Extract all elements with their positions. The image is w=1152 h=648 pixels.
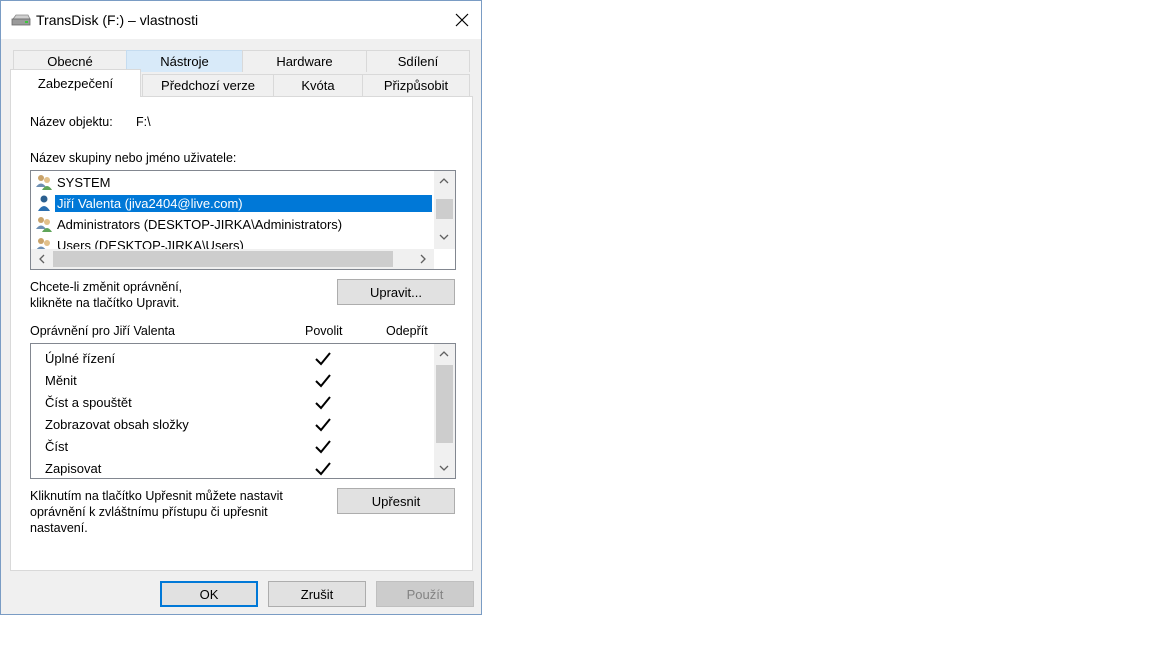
user-group-list[interactable]: SYSTEM Jiří Valenta (jiva2404@live.com) … <box>30 170 456 270</box>
scroll-thumb[interactable] <box>53 251 393 267</box>
tab-label: Zabezpečení <box>37 76 114 91</box>
object-name-value: F:\ <box>136 115 151 129</box>
allow-column-header: Povolit <box>305 324 343 338</box>
list-item[interactable]: Administrators (DESKTOP-JIRKA\Administra… <box>35 214 342 234</box>
button-label: Upravit... <box>369 284 422 300</box>
permissions-list[interactable]: Úplné řízení Měnit Číst a spouštět Zobra… <box>30 343 456 479</box>
check-icon <box>315 440 331 454</box>
permission-row: Úplné řízení <box>45 351 116 366</box>
drive-icon <box>11 14 31 26</box>
user-list-horizontal-scrollbar[interactable] <box>31 249 434 269</box>
user-group-icon <box>36 175 52 190</box>
scroll-down-arrow-icon[interactable] <box>436 229 452 245</box>
check-icon <box>315 396 331 410</box>
advanced-hint-line3: nastavení. <box>30 521 88 535</box>
deny-column-header: Odepřít <box>386 324 428 338</box>
permission-row: Číst a spouštět <box>45 395 132 410</box>
scroll-thumb[interactable] <box>436 199 453 219</box>
tab-prizpusobit[interactable]: Přizpůsobit <box>362 74 470 96</box>
list-item[interactable]: SYSTEM <box>35 172 110 192</box>
title-bar: TransDisk (F:) – vlastnosti <box>1 1 481 39</box>
permission-row: Zapisovat <box>45 461 102 476</box>
user-group-icon <box>36 217 52 232</box>
edit-hint-line1: Chcete-li změnit oprávnění, <box>30 280 183 294</box>
list-item-label: Administrators (DESKTOP-JIRKA\Administra… <box>57 216 343 232</box>
check-icon <box>315 462 331 476</box>
dialog-footer: OK Zrušit Použít <box>1 571 481 614</box>
scroll-up-arrow-icon[interactable] <box>436 173 452 189</box>
tab-label: Nástroje <box>160 54 209 69</box>
list-item-label: Jiří Valenta (jiva2404@live.com) <box>55 194 432 212</box>
advanced-button[interactable]: Upřesnit <box>337 488 455 514</box>
cancel-button[interactable]: Zrušit <box>268 581 366 607</box>
tab-nastroje[interactable]: Nástroje <box>126 50 243 72</box>
check-icon <box>315 418 331 432</box>
advanced-hint-line2: oprávnění k zvláštnímu přístupu či upřes… <box>30 505 268 519</box>
edit-hint-line2: klikněte na tlačítko Upravit. <box>30 296 180 310</box>
tab-label: Sdílení <box>397 54 439 69</box>
user-list-vertical-scrollbar[interactable] <box>434 171 455 249</box>
button-label: OK <box>199 586 219 602</box>
tab-zabezpeceni[interactable]: Zabezpečení <box>10 69 141 97</box>
apply-button[interactable]: Použít <box>376 581 474 607</box>
scroll-thumb[interactable] <box>436 365 453 443</box>
group-list-label: Název skupiny nebo jméno uživatele: <box>30 151 237 165</box>
security-tab-panel: Název objektu: F:\ Název skupiny nebo jm… <box>10 96 473 571</box>
tab-label: Předchozí verze <box>161 78 255 93</box>
check-icon <box>315 352 331 366</box>
button-label: Upřesnit <box>371 493 421 509</box>
ok-button[interactable]: OK <box>160 581 258 607</box>
scroll-left-arrow-icon[interactable] <box>34 251 50 267</box>
tab-label: Obecné <box>47 54 93 69</box>
window-title: TransDisk (F:) – vlastnosti <box>36 12 199 28</box>
tab-label: Přizpůsobit <box>383 78 449 93</box>
button-label: Zrušit <box>300 586 334 602</box>
permissions-vertical-scrollbar[interactable] <box>434 344 455 478</box>
user-icon <box>38 195 50 211</box>
list-item-selected[interactable]: Jiří Valenta (jiva2404@live.com) <box>35 193 432 213</box>
properties-dialog: TransDisk (F:) – vlastnosti Obecné Nástr… <box>0 0 482 615</box>
object-name-label: Název objektu: <box>30 115 113 129</box>
button-label: Použít <box>406 586 444 602</box>
scroll-right-arrow-icon[interactable] <box>415 251 431 267</box>
list-item-label: SYSTEM <box>57 174 111 190</box>
scroll-up-arrow-icon[interactable] <box>436 346 452 362</box>
edit-button[interactable]: Upravit... <box>337 279 455 305</box>
advanced-hint-line1: Kliknutím na tlačítko Upřesnit můžete na… <box>30 489 283 503</box>
scroll-down-arrow-icon[interactable] <box>436 460 452 476</box>
tab-sdileni[interactable]: Sdílení <box>366 50 470 72</box>
tab-hardware[interactable]: Hardware <box>242 50 367 72</box>
close-icon <box>455 13 469 27</box>
tab-kvota[interactable]: Kvóta <box>273 74 363 96</box>
permissions-for-label: Oprávnění pro Jiří Valenta <box>30 324 175 338</box>
tab-label: Hardware <box>276 54 333 69</box>
check-icon <box>315 374 331 388</box>
permission-row: Měnit <box>45 373 77 388</box>
permission-row: Zobrazovat obsah složky <box>45 417 189 432</box>
tab-label: Kvóta <box>301 78 335 93</box>
close-button[interactable] <box>445 5 479 35</box>
permission-row: Číst <box>45 439 69 454</box>
tab-predchozi-verze[interactable]: Předchozí verze <box>142 74 274 96</box>
